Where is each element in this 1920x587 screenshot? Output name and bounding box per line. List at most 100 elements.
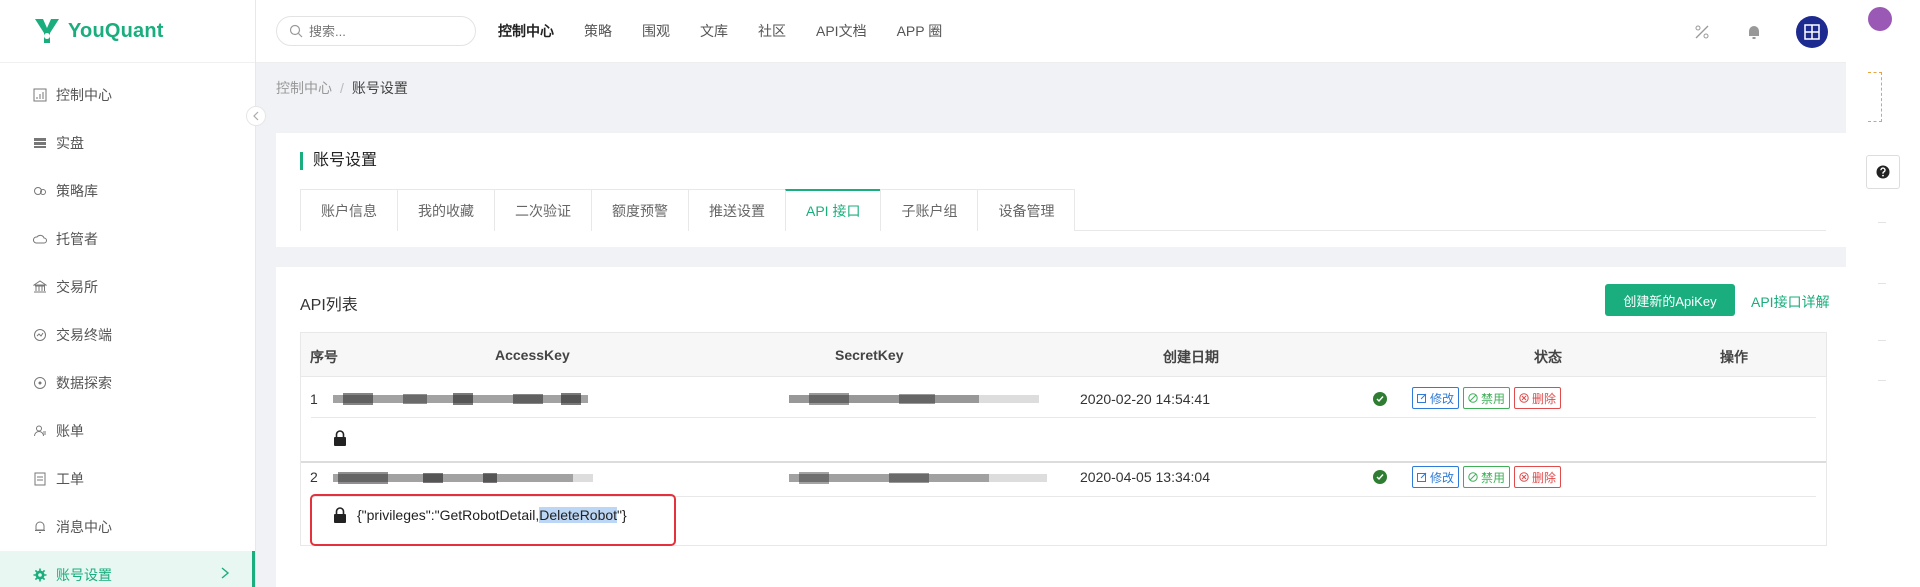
chevron-right-icon [220, 566, 230, 583]
sidebar-item-account-settings[interactable]: 账号设置 [0, 551, 255, 587]
top-nav-community[interactable]: 社区 [758, 21, 786, 41]
delete-button[interactable]: 删除 [1514, 387, 1562, 409]
sidebar-item-label: 策略库 [56, 183, 98, 199]
sidebar-item-custodian[interactable]: 托管者 [0, 215, 255, 263]
compass-icon [32, 375, 48, 391]
sidebar-item-bill[interactable]: 账单 [0, 407, 255, 455]
dashboard-icon [32, 87, 48, 103]
bell-icon [32, 519, 48, 535]
sidebar-item-label: 账号设置 [56, 567, 112, 583]
search-input[interactable] [309, 23, 459, 39]
row-index: 1 [310, 391, 318, 407]
edge-divider [1878, 222, 1886, 223]
api-detail-link[interactable]: API接口详解 [1751, 292, 1830, 312]
edit-label: 修改 [1430, 391, 1455, 406]
tab-2fa[interactable]: 二次验证 [494, 189, 591, 231]
avatar-pattern-icon [1804, 23, 1820, 40]
header-right [1692, 0, 1846, 63]
sidebar-item-ticket[interactable]: 工单 [0, 455, 255, 503]
terminal-icon [32, 327, 48, 343]
sidebar-item-messages[interactable]: 消息中心 [0, 503, 255, 551]
breadcrumb-root[interactable]: 控制中心 [276, 80, 332, 96]
search-icon [289, 24, 303, 38]
tab-push-settings[interactable]: 推送设置 [688, 189, 785, 231]
notification-bell-icon[interactable] [1744, 22, 1764, 42]
logo[interactable]: YouQuant [0, 0, 255, 63]
row-created-date: 2020-02-20 14:54:41 [1080, 391, 1210, 407]
account-settings-card: 账号设置 账户信息 我的收藏 二次验证 额度预警 推送设置 API 接口 子账户… [276, 133, 1850, 247]
sidebar-item-exchange[interactable]: 交易所 [0, 263, 255, 311]
create-apikey-button[interactable]: 创建新的ApiKey [1605, 284, 1735, 316]
percent-icon[interactable] [1692, 22, 1712, 42]
settings-tabs: 账户信息 我的收藏 二次验证 额度预警 推送设置 API 接口 子账户组 设备管… [300, 189, 1826, 231]
disable-button[interactable]: 禁用 [1463, 387, 1511, 409]
edge-divider [1878, 340, 1886, 341]
gear-icon [32, 567, 48, 583]
sidebar-item-label: 工单 [56, 471, 84, 487]
lock-icon [334, 430, 346, 446]
edit-button[interactable]: 修改 [1412, 387, 1460, 409]
page-title: 账号设置 [300, 152, 377, 170]
col-index: 序号 [310, 349, 338, 365]
delete-label: 删除 [1532, 391, 1557, 406]
sidebar-item-label: 控制中心 [56, 87, 112, 103]
sidebar-item-label: 交易终端 [56, 327, 112, 343]
row-divider [301, 461, 1826, 463]
sidebar-item-terminal[interactable]: 交易终端 [0, 311, 255, 359]
ticket-icon [32, 471, 48, 487]
page: YouQuant 控制中心 实盘 策略库 托管者 交易所 交易终端 数据探索 账… [0, 0, 1920, 587]
search-box[interactable] [276, 16, 476, 46]
masked-accesskey [333, 472, 593, 484]
sidebar-item-label: 消息中心 [56, 519, 112, 535]
right-panel-edge [1846, 0, 1920, 587]
sidebar-collapse-button[interactable] [246, 106, 266, 126]
masked-accesskey [333, 393, 588, 405]
col-accesskey: AccessKey [495, 347, 570, 363]
sidebar-item-label: 实盘 [56, 135, 84, 151]
col-created: 创建日期 [1163, 349, 1219, 365]
top-nav-strategy[interactable]: 策略 [584, 21, 612, 41]
edit-label: 修改 [1430, 470, 1455, 485]
top-nav-app[interactable]: APP 圈 [897, 21, 943, 41]
help-button[interactable] [1866, 155, 1900, 189]
breadcrumb-current: 账号设置 [351, 80, 408, 96]
edit-icon [1417, 472, 1427, 482]
sidebar-item-live[interactable]: 实盘 [0, 119, 255, 167]
floating-avatar[interactable] [1868, 7, 1892, 31]
server-icon [32, 135, 48, 151]
sidebar-item-strategy[interactable]: 策略库 [0, 167, 255, 215]
sidebar: YouQuant 控制中心 实盘 策略库 托管者 交易所 交易终端 数据探索 账… [0, 0, 256, 587]
bank-icon [32, 279, 48, 295]
disable-button[interactable]: 禁用 [1463, 466, 1511, 488]
brand-name: YouQuant [68, 19, 164, 42]
row-created-date: 2020-04-05 13:34:04 [1080, 469, 1210, 485]
top-nav-watch[interactable]: 围观 [642, 21, 670, 41]
highlight-annotation-box [310, 494, 676, 546]
help-icon [1876, 165, 1890, 179]
chevron-left-icon [253, 111, 259, 121]
top-nav-api-docs[interactable]: API文档 [816, 21, 867, 41]
tab-api[interactable]: API 接口 [785, 189, 881, 231]
col-secretkey: SecretKey [835, 347, 904, 363]
row-actions: 修改 禁用 删除 [1412, 466, 1565, 488]
disable-label: 禁用 [1481, 470, 1506, 485]
tab-devices[interactable]: 设备管理 [977, 189, 1076, 231]
tab-quota-alert[interactable]: 额度预警 [591, 189, 688, 231]
sidebar-item-label: 数据探索 [56, 375, 112, 391]
sidebar-item-label: 托管者 [56, 231, 98, 247]
tab-sub-accounts[interactable]: 子账户组 [880, 189, 978, 231]
tab-favorites[interactable]: 我的收藏 [397, 189, 494, 231]
tab-account-info[interactable]: 账户信息 [300, 189, 397, 231]
breadcrumb: 控制中心 / 账号设置 [276, 78, 408, 98]
sidebar-item-data-explore[interactable]: 数据探索 [0, 359, 255, 407]
col-status: 状态 [1534, 349, 1562, 365]
delete-button[interactable]: 删除 [1514, 466, 1562, 488]
avatar[interactable] [1796, 15, 1828, 48]
sidebar-item-dashboard[interactable]: 控制中心 [0, 71, 255, 119]
edit-button[interactable]: 修改 [1412, 466, 1460, 488]
disable-label: 禁用 [1481, 391, 1506, 406]
user-bill-icon [32, 423, 48, 439]
logo-mark-icon [35, 19, 59, 43]
top-nav-library[interactable]: 文库 [700, 21, 728, 41]
top-nav-dashboard[interactable]: 控制中心 [498, 21, 554, 41]
